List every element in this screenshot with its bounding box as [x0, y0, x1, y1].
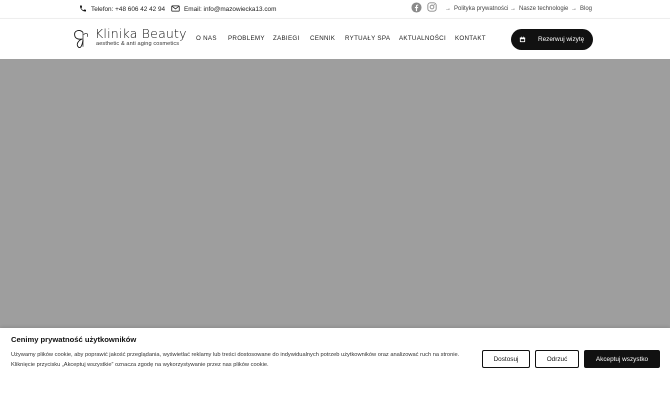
technologies-link[interactable]: → Nasze technologie	[510, 3, 568, 15]
customize-button[interactable]: Dostosuj	[482, 350, 530, 368]
nav-problemy[interactable]: PROBLEMY	[228, 35, 265, 42]
arrow-right-icon: →	[571, 6, 577, 12]
phone-link[interactable]: Telefon: +48 606 42 42 94	[91, 3, 165, 15]
accept-all-button[interactable]: Akceptuj wszystko	[584, 350, 660, 368]
reject-button[interactable]: Odrzuć	[535, 350, 579, 368]
arrow-right-icon: →	[510, 6, 516, 12]
arrow-right-icon: →	[445, 6, 451, 12]
blog-label: Blog	[580, 6, 593, 12]
phone-icon	[80, 5, 86, 12]
nav-rytualy-spa[interactable]: RYTUAŁY SPA	[345, 35, 390, 42]
calendar-icon	[519, 36, 526, 43]
technologies-label: Nasze technologie	[519, 6, 569, 12]
nav-cennik[interactable]: CENNIK	[310, 35, 335, 42]
privacy-policy-link[interactable]: → Polityka prywatności	[445, 3, 508, 15]
nav-aktualnosci[interactable]: AKTUALNOŚCI	[399, 35, 446, 42]
book-visit-label: Rezerwuj wizytę	[538, 36, 585, 43]
nav-o-nas[interactable]: O NAS	[196, 35, 217, 42]
site-header: Klinika Beauty aesthetic & anti aging co…	[0, 18, 670, 59]
logo-tagline: aesthetic & anti aging cosmetics	[96, 41, 180, 47]
hero-banner	[0, 59, 670, 328]
cookie-title: Cenimy prywatność użytkowników	[11, 335, 137, 344]
privacy-policy-label: Polityka prywatności	[454, 6, 509, 12]
email-link[interactable]: Email: info@mazowiecka13.com	[184, 3, 276, 15]
logo-name: Klinika Beauty	[95, 26, 187, 41]
cookie-consent-banner: Cenimy prywatność użytkowników Używamy p…	[0, 328, 670, 400]
blog-link[interactable]: → Blog	[571, 3, 592, 15]
instagram-icon[interactable]	[427, 2, 437, 12]
butterfly-logo-icon	[74, 30, 88, 49]
facebook-icon[interactable]	[411, 2, 422, 13]
nav-zabiegi[interactable]: ZABIEGI	[273, 35, 300, 42]
mail-icon	[171, 5, 180, 12]
nav-kontakt[interactable]: KONTAKT	[455, 35, 486, 42]
book-visit-button[interactable]: Rezerwuj wizytę	[511, 29, 593, 50]
cookie-text: Używamy plików cookie, aby poprawić jako…	[11, 352, 460, 368]
top-bar: Telefon: +48 606 42 42 94 Email: info@ma…	[0, 0, 670, 18]
